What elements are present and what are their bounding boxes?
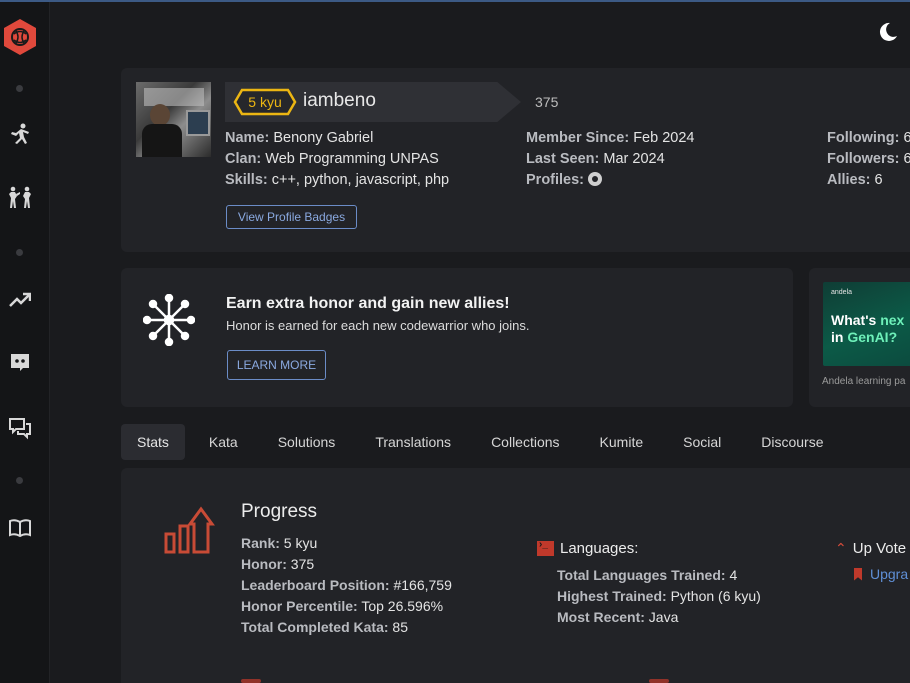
- ad-banner[interactable]: andela What's nex in GenAI?: [823, 282, 910, 366]
- ad-headline-1: What's nex: [831, 312, 905, 328]
- highest-trained-row: Highest Trained: Python (6 kyu): [557, 588, 761, 604]
- percentile-row: Honor Percentile: Top 26.596%: [241, 598, 444, 614]
- ad-card: andela What's nex in GenAI? Andela learn…: [809, 268, 910, 407]
- tab-kumite[interactable]: Kumite: [584, 424, 660, 460]
- most-recent-row: Most Recent: Java: [557, 609, 679, 625]
- practice-icon[interactable]: [0, 120, 40, 148]
- profile-info-col-2: Member Since: Feb 2024 Last Seen: Mar 20…: [526, 128, 694, 191]
- progress-chart-icon: [163, 506, 217, 556]
- docs-book-icon[interactable]: [0, 514, 40, 542]
- languages-header: Languages:: [537, 539, 638, 557]
- leaderboard-row: Leaderboard Position: #166,759: [241, 577, 452, 593]
- dark-mode-moon-icon[interactable]: [876, 20, 900, 44]
- ad-caption[interactable]: Andela learning pa: [822, 376, 905, 387]
- tab-social[interactable]: Social: [667, 424, 737, 460]
- tab-kata[interactable]: Kata: [193, 424, 254, 460]
- sidebar-divider-dot: [16, 477, 23, 484]
- name-row: Name: Benony Gabriel: [225, 130, 374, 146]
- honor-count: 375: [535, 94, 559, 110]
- followers-row: Followers: 6: [827, 151, 910, 167]
- profile-tabs: Stats Kata Solutions Translations Collec…: [121, 424, 848, 460]
- section-marker: [241, 679, 261, 683]
- honor-promo-subtitle: Honor is earned for each new codewarrior…: [226, 318, 530, 333]
- view-profile-badges-button[interactable]: View Profile Badges: [226, 205, 357, 229]
- profile-card: 5 kyu iambeno 375 Name: Benony Gabriel C…: [121, 68, 910, 252]
- terminal-icon: [537, 539, 554, 556]
- profiles-row: Profiles:: [526, 170, 694, 191]
- discord-icon[interactable]: [0, 348, 40, 376]
- stats-card: Progress Rank: 5 kyu Honor: 375 Leaderbo…: [121, 468, 910, 683]
- progress-title: Progress: [241, 501, 318, 522]
- tab-collections[interactable]: Collections: [475, 424, 575, 460]
- tab-discourse[interactable]: Discourse: [745, 424, 839, 460]
- tab-translations[interactable]: Translations: [359, 424, 467, 460]
- window-top-border: [0, 0, 910, 2]
- chevron-up-icon: ⌃: [835, 540, 847, 556]
- sidebar: [0, 2, 50, 683]
- section-marker: [649, 679, 669, 683]
- avatar: [136, 82, 211, 157]
- network-burst-icon: [142, 293, 196, 347]
- upvotes-header: ⌃ Up Vote: [835, 540, 907, 557]
- member-since-row: Member Since: Feb 2024: [526, 130, 695, 146]
- leaderboard-trending-icon[interactable]: [0, 286, 40, 314]
- skills-row: Skills: c++, python, javascript, php: [225, 172, 450, 188]
- honor-row: Honor: 375: [241, 556, 315, 572]
- chat-discourse-icon[interactable]: [0, 414, 40, 442]
- codewars-logo-icon[interactable]: [3, 18, 37, 56]
- fight-icon[interactable]: [0, 184, 40, 212]
- tab-stats[interactable]: Stats: [121, 424, 185, 460]
- language-stats: Total Languages Trained: 4 Highest Train…: [557, 565, 761, 628]
- upgrade-link[interactable]: Upgra: [854, 566, 908, 582]
- ribbon-icon: [854, 567, 862, 581]
- github-icon[interactable]: [588, 172, 603, 186]
- allies-row: Allies: 6: [827, 172, 883, 188]
- honor-promo-title: Earn extra honor and gain new allies!: [226, 295, 510, 312]
- total-languages-row: Total Languages Trained: 4: [557, 567, 738, 583]
- ad-brand: andela: [831, 289, 853, 296]
- progress-stats: Rank: 5 kyu Honor: 375 Leaderboard Posit…: [241, 533, 452, 638]
- last-seen-row: Last Seen: Mar 2024: [526, 151, 665, 167]
- rank-badge: 5 kyu: [233, 88, 297, 116]
- ad-headline-2: in GenAI?: [831, 329, 898, 345]
- honor-promo-card: Earn extra honor and gain new allies! Ho…: [121, 268, 793, 407]
- following-row: Following: 6: [827, 130, 910, 146]
- tab-solutions[interactable]: Solutions: [262, 424, 352, 460]
- completed-kata-row: Total Completed Kata: 85: [241, 619, 408, 635]
- rank-row: Rank: 5 kyu: [241, 535, 318, 551]
- username: iambeno: [303, 90, 376, 111]
- clan-row: Clan: Web Programming UNPAS: [225, 151, 439, 167]
- profile-info-col-3: Following: 6 Followers: 6 Allies: 6: [827, 128, 910, 191]
- profile-info-col-1: Name: Benony Gabriel Clan: Web Programmi…: [225, 128, 449, 191]
- sidebar-divider-dot: [16, 85, 23, 92]
- learn-more-button[interactable]: LEARN MORE: [227, 350, 326, 380]
- sidebar-divider-dot: [16, 249, 23, 256]
